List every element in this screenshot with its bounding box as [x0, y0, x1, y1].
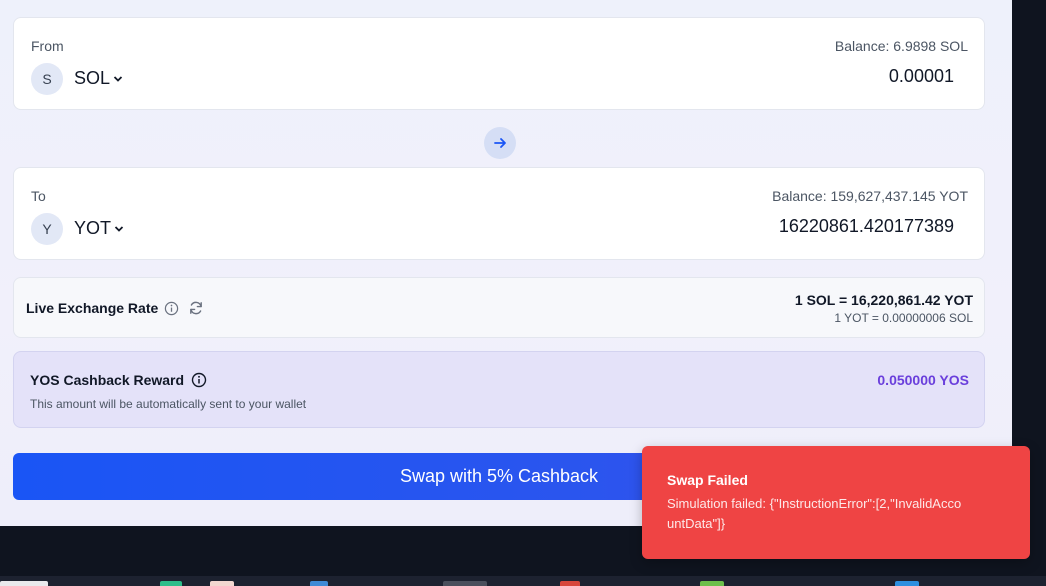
to-balance: Balance: 159,627,437.145 YOT	[772, 188, 968, 204]
taskbar-app-icon[interactable]	[160, 581, 182, 586]
from-token-name: SOL	[74, 68, 111, 88]
taskbar-app-icon[interactable]	[310, 581, 328, 586]
from-token-select[interactable]: SOL	[74, 68, 123, 89]
to-label: To	[31, 188, 46, 204]
chevron-down-icon	[113, 75, 123, 82]
from-amount-input[interactable]	[554, 66, 954, 87]
taskbar-app-icon[interactable]	[560, 581, 580, 586]
taskbar-app-icon[interactable]	[0, 581, 48, 586]
taskbar-app-icon[interactable]	[700, 581, 724, 586]
arrow-right-icon	[494, 138, 506, 148]
exchange-rate-title: Live Exchange Rate	[26, 300, 204, 316]
toast-message: Simulation failed: {"InstructionError":[…	[667, 496, 962, 531]
toast-title: Swap Failed	[667, 472, 748, 488]
error-toast[interactable]: Swap Failed Simulation failed: {"Instruc…	[642, 446, 1030, 559]
taskbar-app-icon[interactable]	[895, 581, 919, 586]
to-token-avatar: Y	[31, 213, 63, 245]
swap-direction-button[interactable]	[484, 127, 516, 159]
taskbar-app-icon[interactable]	[210, 581, 234, 586]
to-card: To Balance: 159,627,437.145 YOT Y YOT	[13, 167, 985, 260]
from-token-avatar: S	[31, 63, 63, 95]
exchange-rate-label: Live Exchange Rate	[26, 300, 159, 316]
info-icon[interactable]	[191, 372, 207, 388]
cashback-value: 0.050000 YOS	[877, 372, 969, 388]
refresh-icon[interactable]	[188, 300, 204, 316]
taskbar-app-icon[interactable]	[443, 581, 487, 586]
from-balance: Balance: 6.9898 SOL	[834, 38, 968, 54]
to-amount-input[interactable]	[554, 216, 954, 237]
to-token-name: YOT	[74, 218, 112, 238]
exchange-rate-card: Live Exchange Rate 1 SOL = 16,220,861.42…	[13, 277, 985, 338]
info-icon[interactable]	[164, 301, 179, 316]
from-card: From Balance: 6.9898 SOL S SOL	[13, 17, 985, 110]
cashback-label: YOS Cashback Reward	[30, 372, 185, 388]
taskbar	[0, 576, 1046, 586]
to-token-select[interactable]: YOT	[74, 218, 124, 239]
exchange-rate-inverse: 1 YOT = 0.00000006 SOL	[834, 311, 973, 325]
from-label: From	[31, 38, 64, 54]
cashback-card: YOS Cashback Reward This amount will be …	[13, 351, 985, 428]
cashback-subtitle: This amount will be automatically sent t…	[30, 397, 307, 411]
exchange-rate-value: 1 SOL = 16,220,861.42 YOT	[794, 292, 973, 308]
cashback-title: YOS Cashback Reward	[30, 372, 207, 388]
chevron-down-icon	[114, 225, 124, 232]
